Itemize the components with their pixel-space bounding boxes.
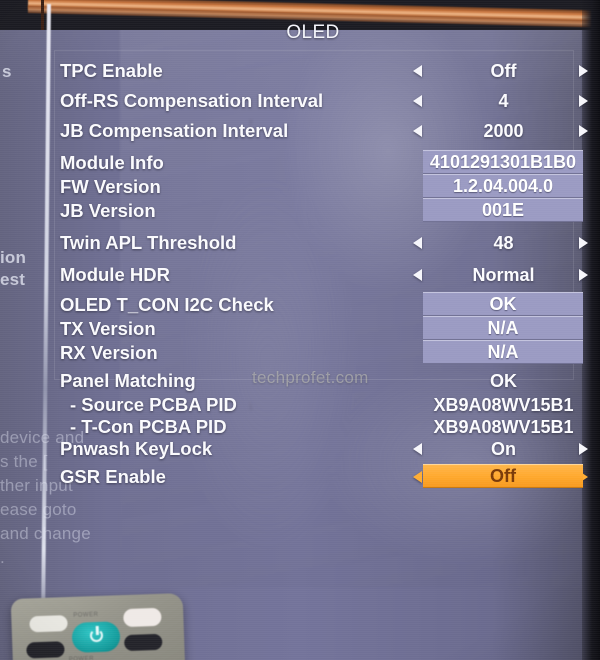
- background-text-fragment: s: [2, 62, 12, 81]
- menu-row-label: JB Version: [60, 200, 156, 221]
- menu-row-value[interactable]: 4101291301B1B0: [423, 150, 583, 174]
- menu-row-value[interactable]: 48: [431, 228, 576, 258]
- menu-row-label: JB Compensation Interval: [60, 120, 289, 141]
- menu-row-value-selected[interactable]: Off: [423, 464, 583, 488]
- decrease-value-arrow-icon[interactable]: [413, 269, 422, 281]
- menu-row-label: Pnwash KeyLock: [60, 438, 213, 459]
- menu-row[interactable]: Module HDR Normal: [48, 260, 588, 290]
- increase-value-arrow-icon[interactable]: [579, 443, 588, 455]
- decrease-value-arrow-icon[interactable]: [413, 125, 422, 137]
- increase-value-arrow-icon[interactable]: [579, 125, 588, 137]
- menu-row-label: Twin APL Threshold: [60, 232, 237, 253]
- decrease-value-arrow-icon[interactable]: [413, 237, 422, 249]
- menu-row-value[interactable]: OK: [423, 292, 583, 316]
- remote-menu-button: [123, 633, 163, 652]
- menu-row[interactable]: Twin APL Threshold 48: [48, 228, 588, 258]
- menu-row-value[interactable]: 4: [431, 86, 576, 116]
- menu-row[interactable]: JB Version 001E: [48, 196, 588, 226]
- decrease-value-arrow-icon[interactable]: [413, 471, 422, 483]
- background-text-fragment: s the [: [0, 452, 48, 471]
- menu-row[interactable]: GSR Enable Off: [48, 462, 588, 492]
- remote-control: POWER POWER: [10, 593, 186, 660]
- remote-mute-button: [29, 615, 68, 633]
- increase-value-arrow-icon[interactable]: [579, 65, 588, 77]
- remote-sub-label: POWER: [68, 656, 95, 660]
- page-title: OLED: [286, 22, 340, 43]
- remote-input-button: [26, 641, 65, 659]
- background-text-fragment: ion: [0, 248, 27, 267]
- menu-row-value[interactable]: 001E: [423, 198, 583, 222]
- menu-row-value[interactable]: 2000: [431, 116, 576, 146]
- remote-red-button: [123, 607, 162, 628]
- tv-screen-photo: s ion est device and s the [ther input ease g…: [0, 0, 600, 660]
- menu-row-value[interactable]: On: [431, 434, 576, 464]
- menu-row-label: TPC Enable: [60, 60, 163, 81]
- increase-value-arrow-icon[interactable]: [579, 269, 588, 281]
- background-text-fragment: and change: [0, 524, 91, 543]
- remote-power-label: POWER: [73, 611, 99, 619]
- menu-row[interactable]: RX Version N/A: [48, 338, 588, 368]
- decrease-value-arrow-icon[interactable]: [413, 443, 422, 455]
- watermark: techprofet.com: [252, 368, 369, 387]
- menu-row-value[interactable]: Normal: [431, 260, 576, 290]
- menu-row-value[interactable]: N/A: [423, 316, 583, 340]
- increase-value-arrow-icon[interactable]: [579, 95, 588, 107]
- menu-row-value[interactable]: Off: [431, 56, 576, 86]
- oled-service-menu: OLED TPC Enable Off Off-RS Compensation In…: [48, 6, 588, 526]
- menu-row[interactable]: TPC Enable Off: [48, 56, 588, 86]
- panel-edge-shadow: [41, 0, 44, 30]
- menu-row-label: Off-RS Compensation Interval: [60, 90, 324, 111]
- menu-row[interactable]: Off-RS Compensation Interval 4: [48, 86, 588, 116]
- decrease-value-arrow-icon[interactable]: [413, 95, 422, 107]
- menu-row-value[interactable]: N/A: [423, 340, 583, 364]
- increase-value-arrow-icon[interactable]: [579, 237, 588, 249]
- menu-row-value[interactable]: 1.2.04.004.0: [423, 174, 583, 198]
- decrease-value-arrow-icon[interactable]: [413, 65, 422, 77]
- menu-row[interactable]: Pnwash KeyLock On: [48, 434, 588, 464]
- background-text-fragment: est: [0, 270, 26, 289]
- menu-row-label: GSR Enable: [60, 466, 166, 487]
- menu-row[interactable]: JB Compensation Interval 2000: [48, 116, 588, 146]
- menu-row-label: Module HDR: [60, 264, 170, 285]
- menu-row-label: RX Version: [60, 342, 158, 363]
- background-text-fragment: .: [0, 548, 5, 567]
